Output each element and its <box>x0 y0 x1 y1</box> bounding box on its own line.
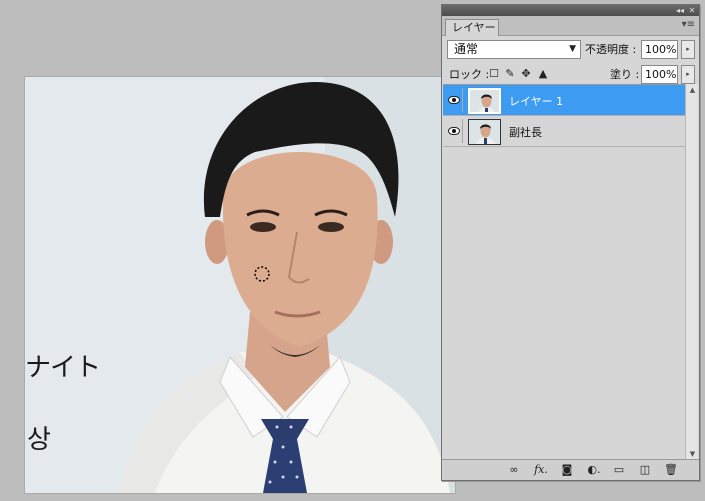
layer-row-layer-1[interactable]: レイヤー 1 <box>443 85 685 116</box>
group-icon[interactable]: ▭ <box>612 463 626 477</box>
tab-layers[interactable]: レイヤー <box>445 19 499 36</box>
layer-row-vice-president[interactable]: 副社長 <box>443 116 685 147</box>
panel-menu-icon[interactable]: ▾≡ <box>682 19 695 30</box>
fill-input[interactable]: 100% <box>641 65 678 84</box>
fill-slider-button[interactable]: ▸ <box>681 65 695 84</box>
whiteboard-text-2: 상 <box>27 425 51 455</box>
document-photo[interactable]: ナイト 상 <box>25 77 455 493</box>
lock-transparency-icon[interactable]: ☐ <box>488 68 500 80</box>
eye-icon <box>448 127 460 135</box>
new-layer-icon[interactable]: ◫ <box>638 463 652 477</box>
fill-label: 塗り : <box>610 68 640 81</box>
layer-name: 副社長 <box>509 126 542 139</box>
lock-position-icon[interactable]: ✥ <box>520 68 532 80</box>
blend-opacity-row: 通常 ▼ 不透明度 : 100% ▸ <box>442 36 699 62</box>
mask-icon[interactable]: ◙ <box>560 463 574 477</box>
lock-label: ロック : <box>449 68 490 81</box>
blend-mode-value: 通常 <box>454 42 479 56</box>
whiteboard-text-1: ナイト <box>25 353 101 383</box>
fx-icon[interactable]: fx. <box>532 463 550 477</box>
visibility-toggle[interactable] <box>445 119 463 143</box>
collapse-icon[interactable]: ◂◂ <box>675 5 685 16</box>
layers-panel: ◂◂ ✕ レイヤー ▾≡ 通常 ▼ 不透明度 : 100% ▸ ロック : ☐ … <box>441 4 700 481</box>
opacity-label: 不透明度 : <box>585 43 637 56</box>
blend-mode-select[interactable]: 通常 ▼ <box>447 40 581 59</box>
opacity-slider-button[interactable]: ▸ <box>681 40 695 59</box>
visibility-toggle[interactable] <box>445 88 463 112</box>
lock-pixels-icon[interactable]: ✎ <box>504 68 516 80</box>
panel-footer: ∞ fx. ◙ ◐. ▭ ◫ 🗑 <box>442 459 699 480</box>
close-icon[interactable]: ✕ <box>687 5 697 16</box>
layer-thumbnail <box>468 88 501 114</box>
layer-list[interactable]: レイヤー 1 副社長 <box>443 84 685 460</box>
scroll-up-icon[interactable]: ▲ <box>686 84 699 96</box>
eye-icon <box>448 96 460 104</box>
opacity-input[interactable]: 100% <box>641 40 678 59</box>
panel-titlebar[interactable]: ◂◂ ✕ <box>442 5 699 16</box>
layer-thumbnail <box>468 119 501 145</box>
chevron-down-icon: ▼ <box>569 44 576 54</box>
layer-list-scrollbar[interactable]: ▲ ▼ <box>685 84 698 460</box>
panel-tabbar: レイヤー ▾≡ <box>442 16 699 36</box>
adjustment-icon[interactable]: ◐. <box>586 463 602 477</box>
trash-icon[interactable]: 🗑 <box>664 463 678 477</box>
lock-all-icon[interactable]: ▲ <box>537 68 549 80</box>
layer-name: レイヤー 1 <box>509 95 564 108</box>
portrait-image <box>25 77 455 493</box>
link-icon[interactable]: ∞ <box>506 463 522 477</box>
